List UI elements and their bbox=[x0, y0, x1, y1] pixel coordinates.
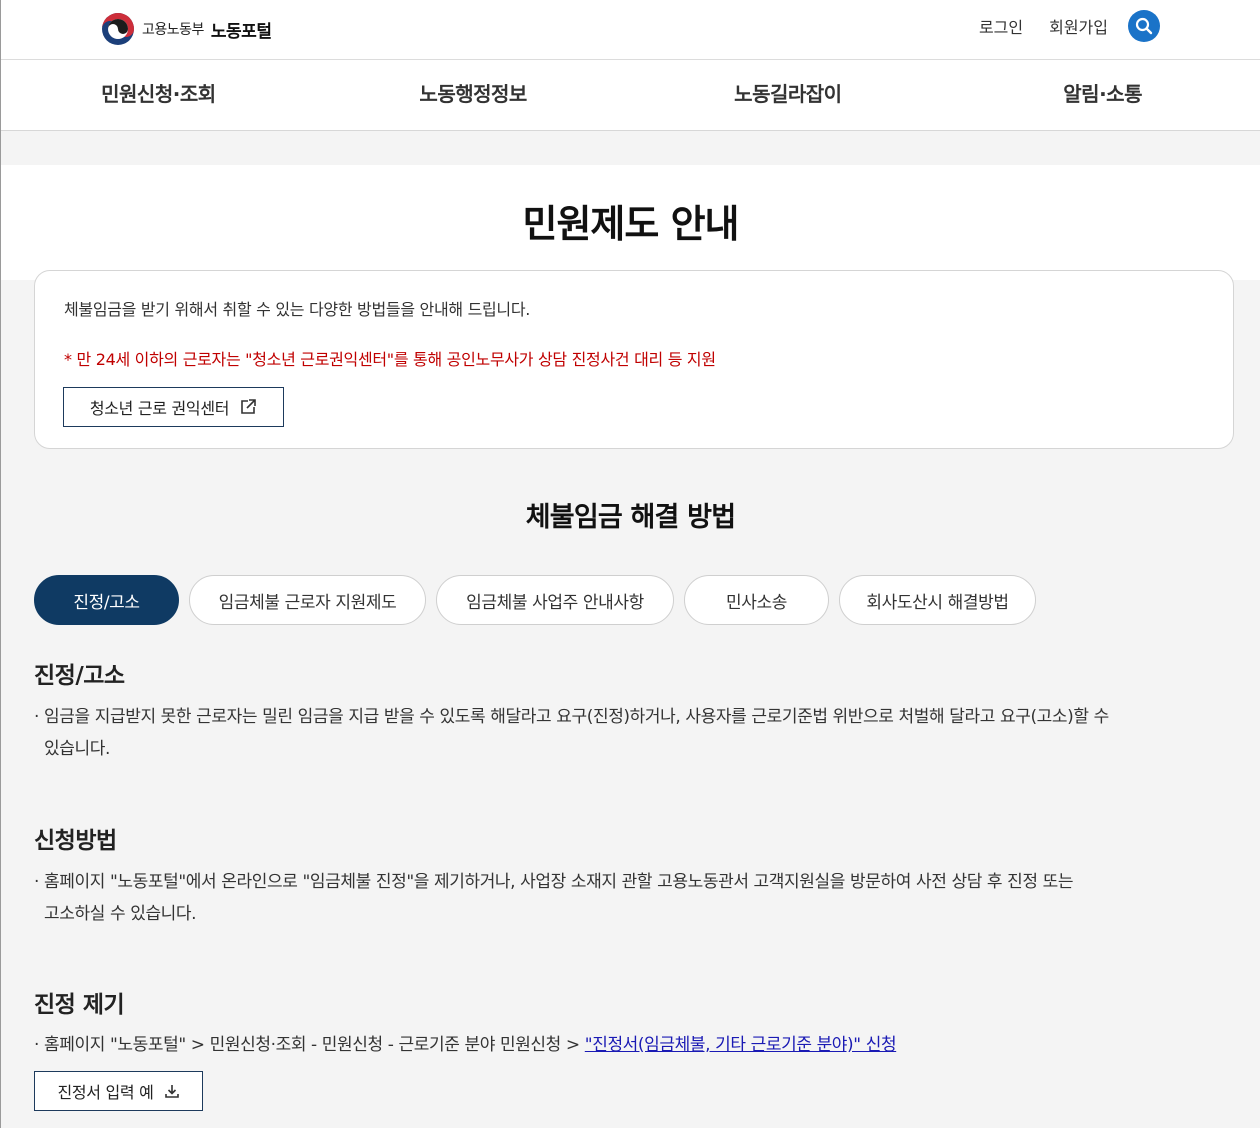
petition-form-link[interactable]: "진정서(임금체불, 기타 근로기준 분야)" 신청 bbox=[585, 1035, 897, 1055]
youth-center-button-label: 청소년 근로 권익센터 bbox=[89, 399, 230, 418]
file-petition-path: · 홈페이지 "노동포털" > 민원신청·조회 - 민원신청 - 근로기준 분야… bbox=[34, 1029, 1224, 1061]
nav-civil-petition[interactable]: 민원신청·조회 bbox=[1, 60, 316, 130]
bullet: · bbox=[34, 872, 40, 892]
page-title: 민원제도 안내 bbox=[522, 202, 740, 246]
nav-notice[interactable]: 알림·소통 bbox=[945, 60, 1260, 130]
utility-menu: 로그인 회원가입 bbox=[979, 10, 1160, 42]
search-button[interactable] bbox=[1128, 10, 1160, 42]
site-header: 고용노동부 노동포털 로그인 회원가입 bbox=[1, 0, 1260, 60]
info-text: 체불임금을 받기 위해서 취할 수 있는 다양한 방법들을 안내해 드립니다. bbox=[64, 300, 531, 319]
taegeuk-logo-icon bbox=[102, 13, 134, 45]
application-line-2: 고소하실 수 있습니다. bbox=[44, 904, 197, 924]
tab-employer-guide[interactable]: 임금체불 사업주 안내사항 bbox=[436, 575, 674, 625]
heading-petition: 진정/고소 bbox=[34, 663, 125, 689]
petition-example-label: 진정서 입력 예 bbox=[57, 1083, 154, 1102]
nav-labor-admin-info[interactable]: 노동행정정보 bbox=[316, 60, 631, 130]
petition-line-1: 임금을 지급받지 못한 근로자는 밀린 임금을 지급 받을 수 있도록 해달라고… bbox=[44, 707, 1109, 727]
tab-bankruptcy[interactable]: 회사도산시 해결방법 bbox=[839, 575, 1036, 625]
portal-name: 노동포털 bbox=[210, 21, 272, 42]
tab-worker-support[interactable]: 임금체불 근로자 지원제도 bbox=[189, 575, 426, 625]
heading-application: 신청방법 bbox=[34, 828, 117, 854]
tab-civil-suit[interactable]: 민사소송 bbox=[684, 575, 829, 625]
login-link[interactable]: 로그인 bbox=[979, 14, 1023, 38]
petition-description: · 임금을 지급받지 못한 근로자는 밀린 임금을 지급 받을 수 있도록 해달… bbox=[34, 701, 1224, 765]
site-logo[interactable]: 고용노동부 노동포털 bbox=[101, 12, 272, 46]
main-navigation: 민원신청·조회 노동행정정보 노동길라잡이 알림·소통 bbox=[1, 60, 1260, 131]
section-title: 체불임금 해결 방법 bbox=[525, 502, 736, 533]
application-description: · 홈페이지 "노동포털"에서 온라인으로 "임금체불 진정"을 제기하거나, … bbox=[34, 866, 1224, 930]
nav-labor-guide[interactable]: 노동길라잡이 bbox=[631, 60, 946, 130]
bullet: · bbox=[34, 1035, 40, 1055]
petition-line-2: 있습니다. bbox=[44, 739, 110, 759]
petition-example-button[interactable]: 진정서 입력 예 bbox=[34, 1071, 203, 1111]
signup-link[interactable]: 회원가입 bbox=[1049, 14, 1108, 38]
tab-petition-complaint[interactable]: 진정/고소 bbox=[34, 575, 179, 625]
petition-menu-path: 홈페이지 "노동포털" > 민원신청·조회 - 민원신청 - 근로기준 분야 민… bbox=[44, 1035, 580, 1055]
bullet: · bbox=[34, 707, 40, 727]
search-icon bbox=[1135, 17, 1153, 35]
heading-file-petition: 진정 제기 bbox=[34, 992, 125, 1018]
youth-center-button[interactable]: 청소년 근로 권익센터 bbox=[63, 387, 284, 427]
ministry-name: 고용노동부 bbox=[142, 22, 204, 38]
download-icon bbox=[164, 1085, 179, 1098]
youth-notice: * 만 24세 이하의 근로자는 "청소년 근로권익센터"를 통해 공인노무사가… bbox=[64, 350, 716, 369]
external-link-icon bbox=[241, 399, 256, 414]
info-box: 체불임금을 받기 위해서 취할 수 있는 다양한 방법들을 안내해 드립니다. … bbox=[34, 270, 1234, 449]
application-line-1: 홈페이지 "노동포털"에서 온라인으로 "임금체불 진정"을 제기하거나, 사업… bbox=[44, 872, 1074, 892]
